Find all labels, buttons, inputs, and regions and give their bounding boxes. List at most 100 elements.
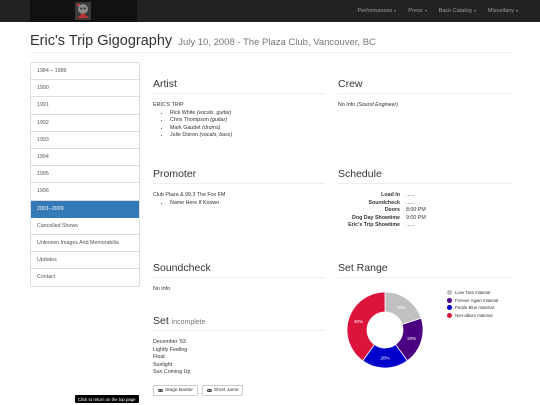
nav-miscellany[interactable]: Miscellany [488,8,518,14]
chart-legend: Love Tara material Forever Again materia… [447,290,517,320]
soundcheck-heading: Soundcheck [153,262,325,278]
stage-banter-button[interactable]: Stage Banter [153,384,199,396]
crew-section: Crew No Info (Sound Engineer) [338,78,512,110]
donut-slice-label: 20% [380,356,389,361]
schedule-label: Eric's Trip Showtime [348,222,400,229]
crew-member: No Info (Sound Engineer) [338,102,512,110]
member-item: Chris Thompson (guitar) [170,117,325,125]
page-title-text: Eric's Trip Gigography [30,33,173,49]
song-item: Float [153,354,165,361]
nav-label: Miscellany [487,8,514,14]
member-name: Julie Doiron [170,132,198,139]
sidebar-item-1995[interactable]: 1995 [31,166,139,184]
donut-slice-label: 20% [397,305,406,310]
schedule-label: Doors [384,207,400,214]
page-header: Eric's Trip Gigography July 10, 2008 - T… [30,33,512,53]
crew-heading: Crew [338,78,512,94]
promoter-contact: Name Here If Known [170,200,325,208]
nav-press[interactable]: Press [408,8,427,14]
schedule-label: Load In [381,192,400,198]
sidebar-item-1990[interactable]: 1990 [31,80,139,98]
member-role: (vocals, bass) [199,132,233,139]
button-label: Short Jams [214,387,239,393]
sidebar-item-updates[interactable]: Updates [31,252,139,270]
eye-icon [207,388,213,393]
sidebar-item-cancelled-shows[interactable]: Cancelled Shows [31,218,139,235]
table-row: Doors 8:00 PM [338,207,426,215]
member-role: (vocals, guitar) [196,109,232,116]
legend-label: Non-album material [455,312,493,318]
sidebar-item-1996[interactable]: 1996 [31,183,139,201]
crew-role: (Sound Engineer) [356,102,399,108]
schedule-section: Schedule Load In...... Soundcheck...... … [338,168,512,230]
table-row: Soundcheck...... [338,200,426,208]
back-to-top-tooltip[interactable]: Click to return on the top page [75,395,139,403]
legend-label: Forever Again material [455,297,499,303]
sidebar-item-unknown-images[interactable]: Unknown Images And Memorabilia [31,235,139,253]
member-item: Julie Doiron (vocals, bass) [170,132,325,140]
song-item: Lightly Feeling [153,346,188,353]
soundcheck-text: No Info [153,286,171,292]
member-name: Chris Thompson [170,117,209,124]
page-subtitle: July 10, 2008 - The Plaza Club, Vancouve… [178,37,376,48]
member-list: Rick White (vocals, guitar) Chris Thomps… [153,110,325,140]
band-name: ERIC'S TRIP [153,102,184,108]
sidebar-item-1984-1989[interactable]: 1984 – 1989 [31,63,139,81]
legend-swatch [447,305,452,310]
year-sidebar: 1984 – 1989 1990 1991 1992 1993 1994 199… [30,62,140,288]
promoter-heading: Promoter [153,168,325,184]
sidebar-item-1991[interactable]: 1991 [31,97,139,115]
button-label: Stage Banter [165,387,194,393]
set-section: Set incomplete December '93 Lightly Feel… [153,315,325,396]
crew-name: No Info [338,102,356,108]
sidebar-item-2001-2009[interactable]: 2001–2009 [31,200,139,218]
nav-performances[interactable]: Performances [357,8,397,14]
legend-item[interactable]: Forever Again material [447,297,517,303]
set-range-section: Set Range [338,262,512,286]
table-row: Eric's Trip Showtime...... [338,222,426,230]
schedule-value: 8:00 PM [406,207,426,214]
schedule-table: Load In...... Soundcheck...... Doors 8:00… [338,192,426,230]
band-logo-icon [75,2,91,20]
page-title: Eric's Trip Gigography July 10, 2008 - T… [30,33,376,49]
eye-icon [158,388,163,393]
set-heading: Set incomplete [153,315,325,331]
site-logo[interactable] [30,0,137,22]
legend-swatch [447,297,452,303]
member-name: Mark Gaudet [170,124,201,131]
donut-slice-label: 40% [354,319,363,324]
sidebar-item-contact[interactable]: Contact [31,269,139,286]
legend-label: Love Tara material [455,290,491,295]
member-role: (drums) [202,124,221,131]
schedule-value: 9:00 PM [406,214,426,221]
sidebar-item-1992[interactable]: 1992 [31,115,139,132]
nav-label: Back Catalog [438,8,472,14]
schedule-label: Soundcheck [368,199,401,206]
sidebar-item-1994[interactable]: 1994 [31,149,139,167]
legend-item[interactable]: Non-album material [447,312,517,318]
short-jams-button[interactable]: Short Jams [202,384,244,396]
song-item: December '93 [153,339,186,345]
member-item: Mark Gaudet (drums) [170,125,325,133]
chevron-down-icon [424,9,427,12]
schedule-label: Dog Day Showtime [352,214,400,221]
schedule-value: ...... [406,222,415,229]
schedule-value: ...... [406,199,415,206]
artist-section: Artist ERIC'S TRIP Rick White (vocals, g… [153,78,325,140]
chevron-down-icon [394,9,397,12]
song-item: Sunlight [153,361,173,368]
nav-back-catalog[interactable]: Back Catalog [439,8,476,14]
set-range-donut-chart: 20% 20% 20% 40% [346,291,424,369]
legend-item[interactable]: Love Tara material [447,290,517,295]
member-item: Rick White (vocals, guitar) [170,110,325,118]
main-nav: Performances Press Back Catalog Miscella… [357,0,518,22]
sidebar-item-1993[interactable]: 1993 [31,132,139,149]
legend-swatch [447,312,452,318]
legend-item[interactable]: Purple Blue material [447,305,517,310]
nav-label: Performances [357,8,393,14]
legend-swatch [447,290,452,295]
soundcheck-section: Soundcheck No Info [153,262,325,294]
promoter-contacts: Name Here If Known [153,200,325,208]
schedule-value: ...... [406,192,415,198]
promoter-name: Club Plaza & 99.3 The Fox FM [153,192,226,198]
